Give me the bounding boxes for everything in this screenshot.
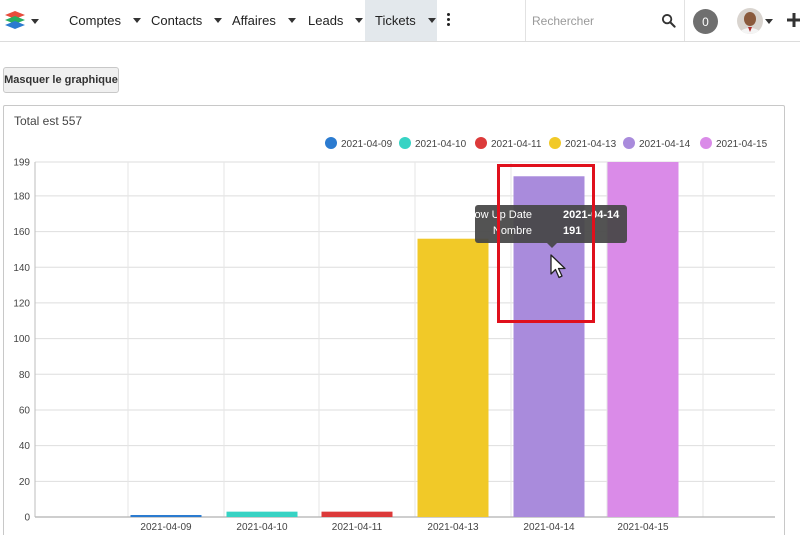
chevron-down-icon — [355, 18, 364, 23]
x-tick-label: 2021-04-11 — [332, 522, 383, 533]
chart-panel: Total est 557 0 20 40 60 80 100 120 140 160 180 19… — [3, 105, 785, 535]
y-tick-label: 140 — [13, 263, 30, 274]
y-tick-label: 180 — [13, 191, 30, 202]
chevron-down-icon — [287, 18, 296, 23]
plus-icon[interactable] — [787, 13, 800, 27]
nav-tab-label: Comptes — [69, 13, 122, 28]
hide-chart-button[interactable]: Masquer le graphique — [3, 67, 119, 93]
nav-tab-label: Contacts — [151, 13, 203, 28]
legend-label[interactable]: 2021-04-14 — [639, 139, 691, 150]
chevron-down-icon — [427, 18, 436, 23]
legend-label[interactable]: 2021-04-11 — [491, 139, 542, 150]
x-tick-label: 2021-04-15 — [617, 522, 669, 533]
top-navbar: Comptes Contacts Affaires Leads Tickets … — [0, 0, 800, 42]
search-input[interactable] — [532, 12, 652, 30]
legend-label[interactable]: 2021-04-13 — [565, 139, 617, 150]
search-box — [525, 0, 685, 41]
mouse-cursor-icon — [550, 254, 566, 279]
y-tick-label: 0 — [24, 513, 30, 524]
y-tick-label: 100 — [13, 334, 30, 345]
chevron-down-icon[interactable] — [765, 19, 773, 24]
y-tick-label: 199 — [13, 158, 30, 169]
legend-swatch[interactable] — [399, 137, 411, 149]
y-tick-label: 20 — [19, 477, 31, 488]
y-tick-label: 80 — [19, 370, 31, 381]
bar-chart: 0 20 40 60 80 100 120 140 160 180 199 2021-04-09 202… — [13, 137, 775, 533]
nav-tab-leads[interactable]: Leads — [297, 0, 364, 41]
y-tick-label: 60 — [19, 405, 31, 416]
legend-swatch[interactable] — [549, 137, 561, 149]
y-tick-label: 120 — [13, 298, 30, 309]
legend-swatch[interactable] — [475, 137, 487, 149]
legend-label[interactable]: 2021-04-10 — [415, 139, 467, 150]
nav-tab-tickets[interactable]: Tickets — [365, 0, 437, 41]
search-icon[interactable] — [661, 13, 676, 28]
x-tick-label: 2021-04-14 — [523, 522, 575, 533]
avatar[interactable] — [737, 8, 763, 34]
y-tick-label: 160 — [13, 227, 30, 238]
legend-swatch[interactable] — [700, 137, 712, 149]
chart-bar[interactable] — [130, 515, 202, 517]
more-menu-icon[interactable] — [444, 13, 454, 29]
user-avatar-icon — [737, 8, 763, 34]
x-tick-label: 2021-04-10 — [236, 522, 288, 533]
notification-badge[interactable]: 0 — [693, 9, 718, 34]
x-tick-label: 2021-04-13 — [427, 522, 479, 533]
x-tick-label: 2021-04-09 — [140, 522, 192, 533]
chart-bar[interactable] — [321, 511, 393, 517]
nav-tab-label: Leads — [308, 13, 344, 28]
legend-swatch[interactable] — [623, 137, 635, 149]
y-tick-label: 40 — [19, 441, 31, 452]
chart-bar[interactable] — [417, 238, 489, 517]
nav-tab-contacts[interactable]: Contacts — [140, 0, 223, 41]
app-logo-icon[interactable] — [4, 9, 40, 33]
nav-tab-label: Affaires — [232, 13, 276, 28]
legend-label[interactable]: 2021-04-15 — [716, 139, 768, 150]
highlight-box — [497, 164, 595, 323]
chart-bar[interactable] — [226, 511, 298, 517]
nav-tab-affaires[interactable]: Affaires — [221, 0, 296, 41]
nav-tab-label: Tickets — [375, 13, 416, 28]
legend-label[interactable]: 2021-04-09 — [341, 139, 393, 150]
legend-swatch[interactable] — [325, 137, 337, 149]
nav-tab-comptes[interactable]: Comptes — [58, 0, 142, 41]
